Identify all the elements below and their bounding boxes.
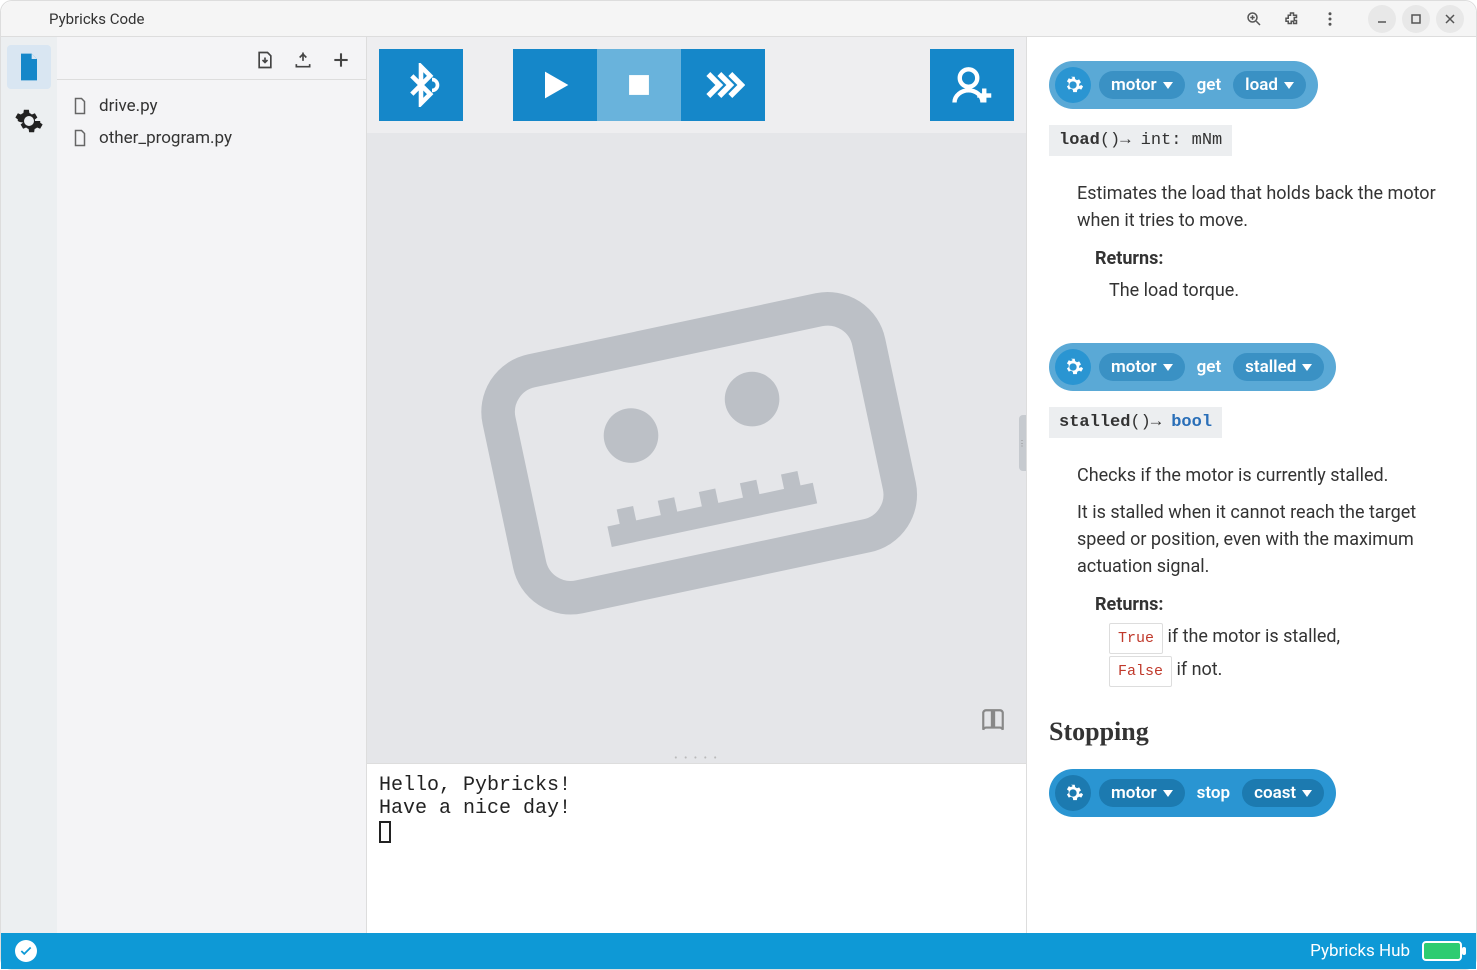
bluetooth-button[interactable] xyxy=(379,49,463,121)
terminal[interactable]: Hello, Pybricks! Have a nice day! xyxy=(367,763,1026,933)
sidebar: drive.py other_program.py xyxy=(57,37,367,933)
vertical-splitter[interactable]: ⋮⋮ xyxy=(1019,415,1026,471)
code-chip: True xyxy=(1109,623,1163,654)
editor-area[interactable]: ⋮⋮ xyxy=(367,133,1026,753)
window-close-button[interactable] xyxy=(1436,5,1464,33)
extension-icon[interactable] xyxy=(1282,9,1302,29)
file-item[interactable]: drive.py xyxy=(57,90,366,122)
block-prop: load xyxy=(1233,71,1306,99)
doc-description: It is stalled when it cannot reach the t… xyxy=(1077,499,1454,580)
doc-description: Estimates the load that holds back the m… xyxy=(1077,180,1454,234)
chevron-down-icon xyxy=(1163,82,1173,89)
doc-block-coast[interactable]: motor stop coast xyxy=(1049,769,1336,817)
doc-description: Checks if the motor is currently stalled… xyxy=(1077,462,1454,489)
returns-text: True if the motor is stalled, False if n… xyxy=(1109,621,1454,687)
statusbar: Pybricks Hub xyxy=(1,933,1476,969)
gear-icon xyxy=(1055,775,1091,811)
window-title: Pybricks Code xyxy=(49,10,144,28)
hub-name[interactable]: Pybricks Hub xyxy=(1310,941,1410,961)
window-maximize-button[interactable] xyxy=(1402,5,1430,33)
chevron-down-icon xyxy=(1163,790,1173,797)
block-object: motor xyxy=(1099,353,1185,381)
file-list: drive.py other_program.py xyxy=(57,80,366,164)
code-chip: False xyxy=(1109,656,1172,687)
doc-heading: Stopping xyxy=(1049,717,1454,747)
settings-tab[interactable] xyxy=(7,99,51,143)
import-file-button[interactable] xyxy=(254,49,276,71)
file-icon xyxy=(71,97,89,115)
placeholder-icon xyxy=(458,243,935,643)
titlebar: Pybricks Code xyxy=(1,1,1476,37)
horizontal-splitter[interactable]: • • • • • xyxy=(367,753,1026,763)
center-column: ⋮⋮ • • • • • Hello, Pybricks! Have a nic… xyxy=(367,37,1026,933)
block-prop: stalled xyxy=(1233,353,1324,381)
returns-text: The load torque. xyxy=(1109,275,1454,307)
run-control-group xyxy=(513,49,765,121)
main-toolbar xyxy=(367,37,1026,133)
doc-block-load[interactable]: motor get load xyxy=(1049,61,1318,109)
terminal-line: Hello, Pybricks! xyxy=(379,774,571,797)
returns-label: Returns: xyxy=(1095,594,1454,615)
returns-label: Returns: xyxy=(1095,248,1454,269)
file-icon xyxy=(71,129,89,147)
repl-button[interactable] xyxy=(681,49,765,121)
chevron-down-icon xyxy=(1284,82,1294,89)
file-name: drive.py xyxy=(99,96,158,116)
file-name: other_program.py xyxy=(99,128,232,148)
block-prop: coast xyxy=(1242,779,1324,807)
kebab-menu-icon[interactable] xyxy=(1320,9,1340,29)
status-ok-icon[interactable] xyxy=(15,940,37,962)
stop-button[interactable] xyxy=(597,49,681,121)
docs-panel[interactable]: motor get load load()→ int: mNm Estimate… xyxy=(1026,37,1476,933)
block-verb: get xyxy=(1193,357,1226,377)
window-minimize-button[interactable] xyxy=(1368,5,1396,33)
gear-icon xyxy=(1055,67,1091,103)
chevron-down-icon xyxy=(1302,790,1312,797)
sidebar-toolbar xyxy=(57,37,366,80)
activity-bar xyxy=(1,37,57,933)
block-object: motor xyxy=(1099,71,1185,99)
docs-toggle-button[interactable] xyxy=(980,707,1006,733)
export-file-button[interactable] xyxy=(292,49,314,71)
file-item[interactable]: other_program.py xyxy=(57,122,366,154)
block-object: motor xyxy=(1099,779,1185,807)
files-tab[interactable] xyxy=(7,45,51,89)
doc-block-stalled[interactable]: motor get stalled xyxy=(1049,343,1336,391)
chevron-down-icon xyxy=(1302,364,1312,371)
chevron-down-icon xyxy=(1163,364,1173,371)
sponsor-button[interactable] xyxy=(930,49,1014,121)
new-file-button[interactable] xyxy=(330,49,352,71)
signature-stalled: stalled()→ bool xyxy=(1049,407,1222,438)
signature-load: load()→ int: mNm xyxy=(1049,125,1232,156)
block-verb: stop xyxy=(1193,783,1234,803)
battery-icon xyxy=(1422,941,1462,961)
run-button[interactable] xyxy=(513,49,597,121)
terminal-line: Have a nice day! xyxy=(379,797,571,820)
zoom-icon[interactable] xyxy=(1244,9,1264,29)
block-verb: get xyxy=(1193,75,1226,95)
gear-icon xyxy=(1055,349,1091,385)
terminal-cursor xyxy=(379,821,391,843)
